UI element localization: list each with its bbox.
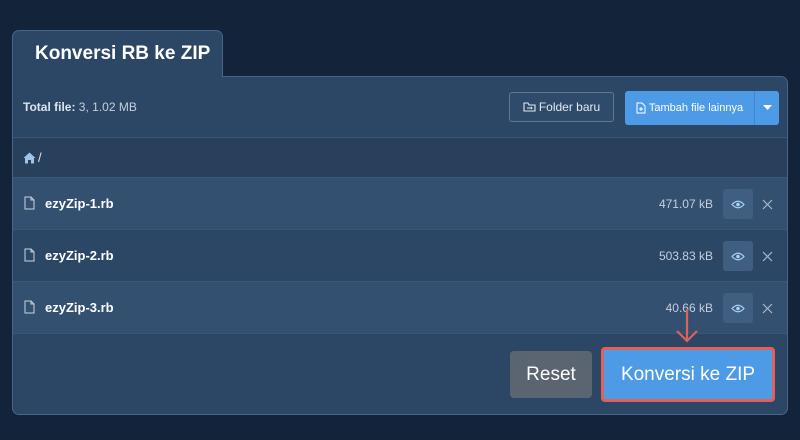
file-icon (24, 196, 35, 210)
add-files-main[interactable]: Tambah file lainnya (625, 91, 755, 125)
file-row: ezyZip-2.rb 503.83 kB (13, 230, 787, 282)
arrow-down-icon (676, 309, 698, 343)
reset-label: Reset (526, 363, 576, 385)
total-files: Total file: 3, 1.02 MB (23, 100, 137, 114)
file-icon (24, 248, 35, 262)
remove-file-button[interactable] (760, 249, 774, 263)
convert-label: Konversi ke ZIP (620, 363, 756, 385)
add-files-label: Tambah file lainnya (648, 102, 744, 114)
close-icon (762, 251, 772, 261)
tab-convert-rb-zip[interactable]: Konversi RB ke ZIP (12, 30, 223, 77)
file-name: ezyZip-3.rb (45, 300, 114, 315)
eye-icon (731, 304, 745, 312)
home-icon[interactable] (23, 152, 36, 164)
preview-button[interactable] (723, 293, 753, 323)
file-panel: Total file: 3, 1.02 MB Folder baru Tamba… (12, 76, 788, 415)
add-files-button[interactable]: Tambah file lainnya (625, 91, 779, 125)
preview-button[interactable] (723, 241, 753, 271)
folder-sync-icon (523, 102, 536, 112)
caret-down-icon (762, 105, 772, 110)
file-row: ezyZip-3.rb 40.66 kB (13, 282, 787, 334)
file-size: 471.07 kB (658, 196, 713, 211)
new-folder-button[interactable]: Folder baru (509, 92, 614, 122)
add-files-dropdown[interactable] (755, 91, 779, 125)
total-label: Total file: (23, 100, 76, 114)
preview-button[interactable] (723, 189, 753, 219)
total-value: 3, 1.02 MB (78, 100, 137, 114)
convert-to-zip-button[interactable]: Konversi ke ZIP (601, 347, 775, 402)
new-folder-label: Folder baru (538, 100, 601, 114)
close-icon (762, 199, 772, 209)
file-name: ezyZip-1.rb (45, 196, 114, 211)
file-row: ezyZip-1.rb 471.07 kB (13, 178, 787, 230)
file-plus-icon (636, 102, 646, 114)
file-name: ezyZip-2.rb (45, 248, 114, 263)
reset-button[interactable]: Reset (510, 351, 592, 398)
close-icon (762, 303, 772, 313)
remove-file-button[interactable] (760, 197, 774, 211)
file-icon (24, 300, 35, 314)
eye-icon (731, 252, 745, 260)
file-size: 503.83 kB (658, 248, 713, 263)
eye-icon (731, 200, 745, 208)
tab-title: Konversi RB ke ZIP (35, 43, 211, 64)
breadcrumb: / (13, 137, 787, 178)
breadcrumb-separator: / (38, 150, 42, 165)
remove-file-button[interactable] (760, 301, 774, 315)
